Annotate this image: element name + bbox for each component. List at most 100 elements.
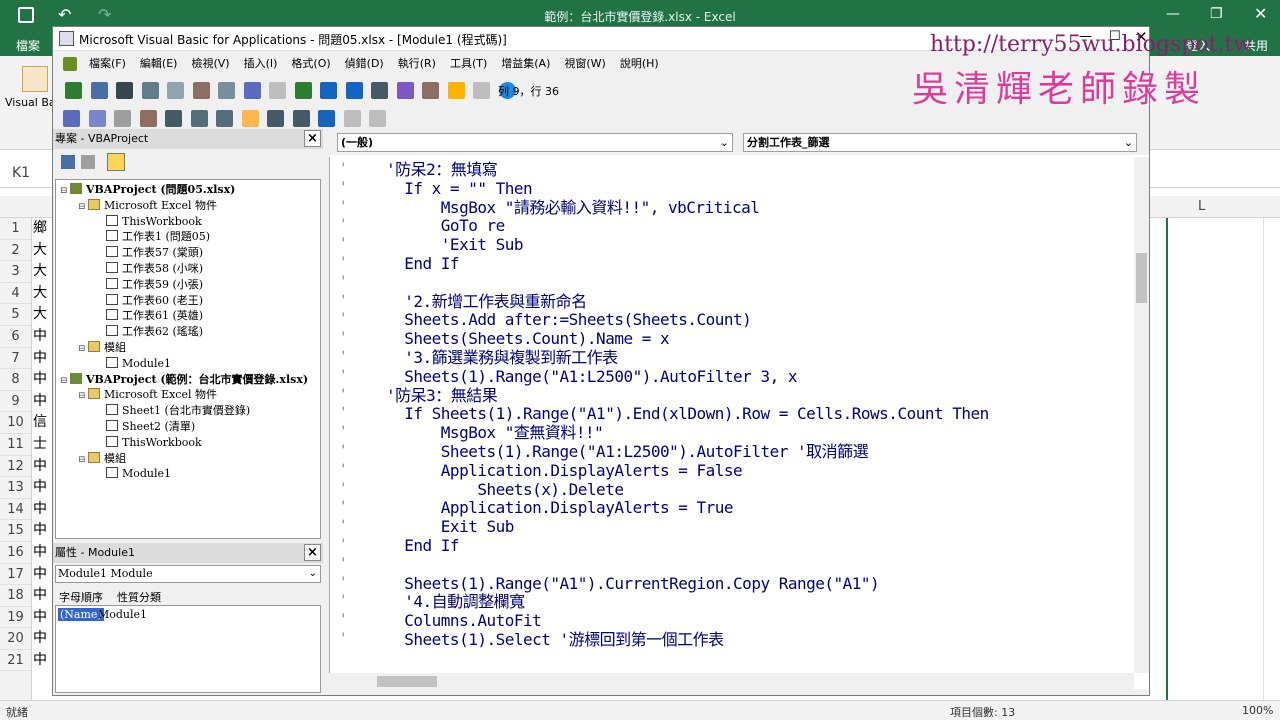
cell[interactable]: 中 [32,628,54,650]
row-header[interactable]: 21 [0,650,31,672]
code-line[interactable]: If x = "" Then [386,179,532,198]
sheet-right-area[interactable] [1148,218,1280,700]
run-icon[interactable] [294,82,312,99]
cell[interactable]: 大 [32,261,54,283]
properties-object-select[interactable]: Module1 Module ⌄ [55,565,321,583]
row-header[interactable]: 12 [0,456,31,478]
tree-item[interactable]: ⊟ VBAProject (範例：台北市實價登錄.xlsx) [60,372,308,388]
expand-icon[interactable]: ⊟ [78,341,88,357]
expand-icon[interactable]: ⊟ [78,199,88,215]
code-line[interactable]: End If [386,255,459,273]
menu-item[interactable]: 工具(T) [450,51,487,77]
row-header[interactable]: 1 [0,218,31,240]
tree-item[interactable]: 工作表59 (小張) [96,277,203,293]
code-line[interactable]: Sheets(1).Range("A1").CurrentRegion.Copy… [386,574,879,593]
toggle-folders-icon[interactable] [107,153,125,171]
tree-item[interactable]: ⊟ 模組 [78,340,126,356]
row-header[interactable]: 11 [0,434,31,456]
row-header[interactable]: 3 [0,261,31,283]
code-line[interactable]: Application.DisplayAlerts = False [386,461,743,480]
uncomment-block-icon[interactable] [292,110,310,127]
cell[interactable]: 中 [32,326,54,348]
row-header[interactable]: 17 [0,564,31,586]
comment-block-icon[interactable] [267,110,284,127]
project-explorer-icon[interactable] [396,82,414,99]
cell[interactable]: 中 [32,564,54,586]
code-line[interactable]: Sheets.Add after:=Sheets(Sheets.Count) [386,311,752,329]
row-header[interactable]: 7 [0,348,31,370]
tab-alphabetic[interactable]: 字母順序 [59,589,103,605]
object-browser-icon[interactable] [447,82,465,99]
code-line[interactable]: Sheets(1).Range("A1:L2500").AutoFilter 3… [386,367,797,386]
tree-item[interactable]: ThisWorkbook [96,214,202,230]
row-header[interactable]: 18 [0,585,31,607]
view-code-icon[interactable] [61,155,75,169]
row-header[interactable]: 16 [0,542,31,564]
toggle-breakpoint-icon[interactable] [241,110,259,127]
code-line[interactable]: Columns.AutoFit [386,612,542,630]
code-line[interactable]: MsgBox "請務必輸入資料!!", vbCritical [386,198,760,217]
cell[interactable]: 大 [32,283,54,305]
tab-categorized[interactable]: 性質分類 [117,589,161,605]
break-icon[interactable] [320,82,337,99]
cell[interactable]: 中 [32,456,54,478]
cell[interactable]: 中 [32,348,54,370]
tree-item[interactable]: 工作表58 (小咪) [96,261,203,277]
tree-item[interactable]: 工作表60 (老王) [96,293,203,309]
properties-icon[interactable] [422,82,439,99]
properties-close-icon[interactable]: × [304,544,321,561]
visual-basic-icon[interactable] [22,66,48,92]
cell[interactable]: 中 [32,650,54,672]
chevron-down-icon[interactable]: ⌄ [309,566,317,582]
row-header[interactable]: 8 [0,369,31,391]
menu-item[interactable]: 格式(O) [291,51,330,77]
project-close-icon[interactable]: × [304,130,321,147]
menu-item[interactable]: 插入(I) [244,51,278,77]
row-header[interactable]: 15 [0,520,31,542]
tree-item[interactable]: ThisWorkbook [96,435,202,451]
tree-item[interactable]: ⊟ VBAProject (問題05.xlsx) [60,182,235,198]
tree-item[interactable]: 工作表61 (英雄) [96,308,203,324]
redo-code-icon[interactable] [269,82,286,99]
design-mode-icon[interactable] [371,82,388,99]
find-icon[interactable] [218,82,235,99]
expand-icon[interactable]: ⊟ [78,388,88,404]
code-line[interactable]: '3.篩選業務與複製到新工作表 [386,349,618,367]
cell[interactable]: 中 [32,391,54,413]
copy-icon[interactable] [167,82,184,99]
code-editor[interactable]: ' '防呆2：無填寫 ' If x = "" Then ' MsgBox "請務必輸入… [329,157,1134,673]
cut-icon[interactable] [141,82,159,99]
code-line[interactable]: '2.新增工作表與重新命名 [386,292,587,311]
menu-item[interactable]: 編輯(E) [140,51,178,77]
code-line[interactable]: End If [386,537,459,555]
zoom-level[interactable]: 100% [1242,704,1273,717]
menu-item[interactable]: 檔案(F) [89,51,126,77]
quick-info-icon[interactable] [114,110,131,127]
cell[interactable]: 中 [32,499,54,521]
row-header[interactable]: 10 [0,412,31,434]
row-header[interactable]: 19 [0,607,31,629]
menu-item[interactable]: 增益集(A) [501,51,550,77]
tree-item[interactable]: Module1 [96,356,171,372]
cell[interactable]: 中 [32,542,54,564]
cell[interactable]: 大 [32,240,54,262]
save-file-icon[interactable] [116,82,133,99]
cell[interactable]: 中 [32,607,54,629]
cell[interactable]: 中 [32,477,54,499]
minimize-icon[interactable]: — [1166,6,1180,22]
cell[interactable]: 大 [32,304,54,326]
paste-icon[interactable] [192,82,210,99]
horizontal-scrollbar[interactable] [329,673,1134,689]
tab-file[interactable]: 檔案 [16,37,40,54]
undo-code-icon[interactable] [243,82,261,99]
code-line[interactable]: Sheets(1).Select '游標回到第一個工作表 [386,631,724,649]
toggle-bookmark-icon[interactable] [318,110,335,127]
row-header[interactable]: 9 [0,391,31,413]
tree-item[interactable]: Sheet1 (台北市實價登錄) [96,403,250,419]
menu-item[interactable]: 執行(R) [398,51,436,77]
reset-icon[interactable] [345,82,363,99]
list-properties-icon[interactable] [63,110,80,127]
expand-icon[interactable]: ⊟ [60,373,70,389]
menu-item[interactable]: 檢視(V) [191,51,229,77]
code-line[interactable]: Application.DisplayAlerts = True [386,499,734,517]
